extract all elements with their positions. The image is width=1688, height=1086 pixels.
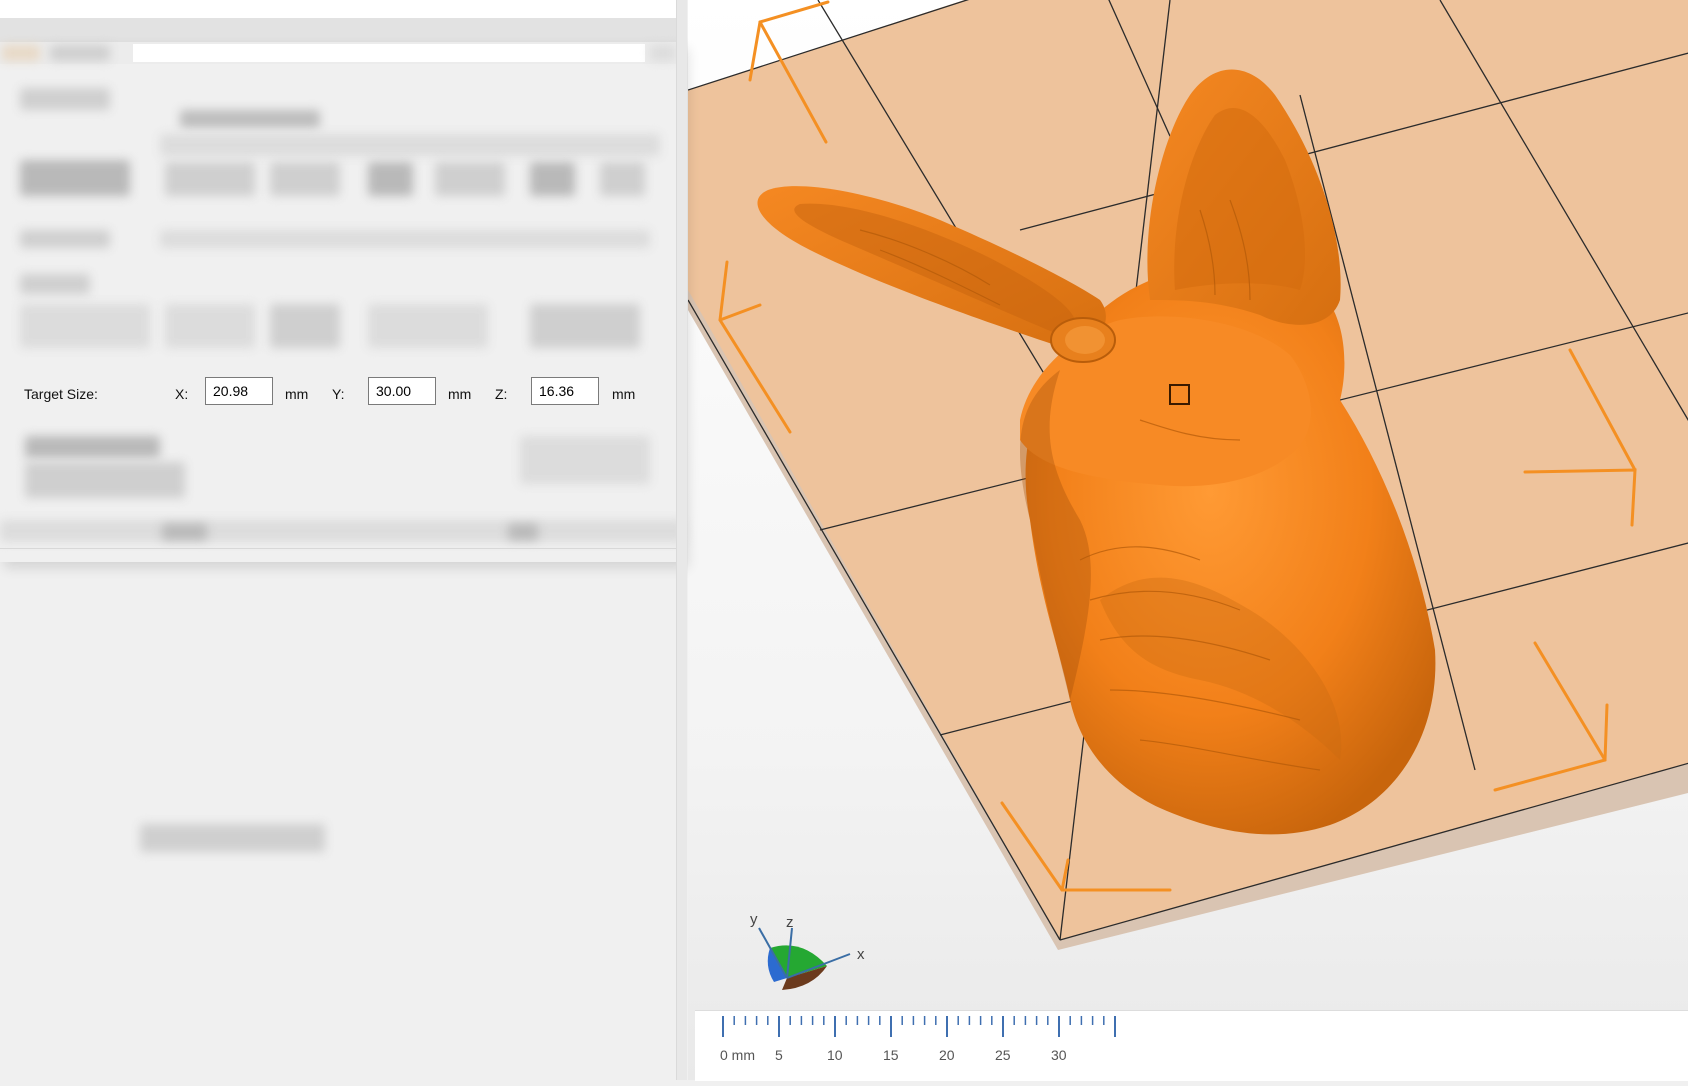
ruler-label: 0 mm: [720, 1047, 755, 1063]
ruler-label: 10: [827, 1047, 843, 1063]
target-z-unit: mm: [612, 386, 636, 402]
blurred-row-2-label: [20, 230, 110, 248]
target-x-unit: mm: [285, 386, 309, 402]
scale-ruler: 0 mm 5 10 15 20 25 30: [695, 1010, 1688, 1081]
blurred-option-label: [25, 436, 160, 458]
blurred-panel-message: [140, 824, 325, 852]
blurred-ok-button[interactable]: [162, 524, 207, 540]
blurred-row-1-field-6[interactable]: [600, 162, 645, 196]
target-z-label: Z:: [495, 386, 508, 402]
blurred-row-1-field-5[interactable]: [530, 162, 575, 196]
blurred-row-1-field-4[interactable]: [435, 162, 505, 196]
blurred-row-3-label: [20, 274, 90, 294]
target-x-label: X:: [175, 386, 189, 402]
target-z-input[interactable]: [531, 377, 599, 405]
target-y-input[interactable]: [368, 377, 436, 405]
blurred-option-description: [25, 462, 185, 498]
blurred-row-1-field-3[interactable]: [368, 162, 413, 196]
blurred-row-1-field-1[interactable]: [165, 162, 255, 196]
left-panel: Target Size: X: mm Y: mm Z: mm: [0, 0, 688, 1080]
panel-top-bar: [0, 0, 678, 19]
blurred-row-4-field-3[interactable]: [368, 304, 488, 348]
ruler-ticks: [722, 1016, 1116, 1037]
ruler-label: 20: [939, 1047, 955, 1063]
blurred-row-4-field-2[interactable]: [270, 304, 340, 348]
panel-right-edge: [676, 0, 687, 1080]
scale-dialog: Target Size: X: mm Y: mm Z: mm: [0, 42, 684, 562]
dialog-title-bar: [0, 42, 684, 64]
target-x-input[interactable]: [205, 377, 273, 405]
ruler-label: 5: [775, 1047, 783, 1063]
axis-orientation-gizmo[interactable]: y z x: [742, 908, 872, 998]
blurred-row-4-field-1[interactable]: [165, 304, 255, 348]
blurred-row-4-field-4[interactable]: [530, 304, 640, 348]
blurred-dialog-title: [50, 45, 110, 61]
blurred-row-1-field-2[interactable]: [270, 162, 340, 196]
blurred-section-header: [20, 88, 110, 110]
target-y-unit: mm: [448, 386, 472, 402]
blurred-footer-bar: [0, 520, 684, 542]
blurred-row-2-values: [160, 230, 650, 248]
gizmo-y-label: y: [750, 911, 758, 928]
target-size-row: Target Size: X: mm Y: mm Z: mm: [0, 374, 684, 416]
ruler-label: 25: [995, 1047, 1011, 1063]
dialog-title-field: [133, 44, 645, 62]
blurred-option-button[interactable]: [520, 436, 650, 484]
dialog-divider: [0, 548, 684, 549]
gizmo-z-label: z: [786, 914, 794, 931]
ruler-label: 30: [1051, 1047, 1067, 1063]
target-y-label: Y:: [332, 386, 345, 402]
panel-top-strip: [0, 18, 678, 42]
blurred-close-button[interactable]: [650, 45, 676, 61]
blurred-cancel-button[interactable]: [508, 524, 538, 540]
blurred-column-headers: [160, 134, 660, 156]
ruler-label: 15: [883, 1047, 899, 1063]
blurred-dialog-icon: [2, 45, 40, 61]
blurred-row-1-label: [20, 160, 130, 196]
target-size-label: Target Size:: [24, 386, 98, 402]
blurred-row-4-label: [20, 304, 150, 348]
blurred-header-text: [180, 110, 320, 128]
gizmo-x-label: x: [857, 946, 865, 963]
